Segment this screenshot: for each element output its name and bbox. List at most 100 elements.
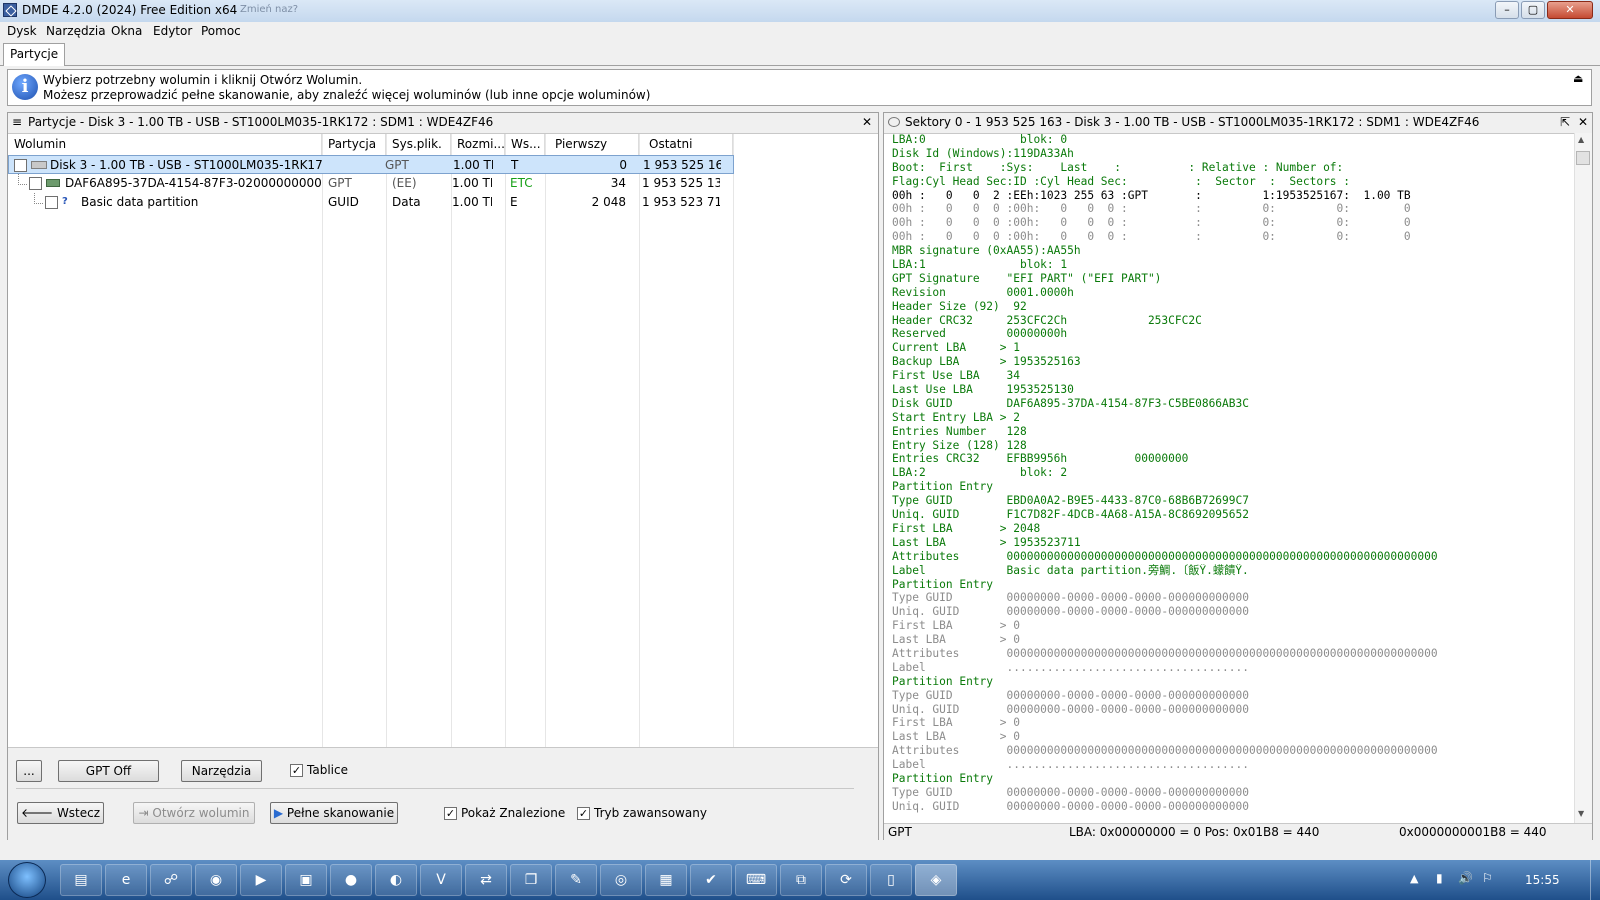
sector-line: 00h : 0 0 0 :00h: 0 0 0 : : 0: 0: 0 <box>892 230 1411 244</box>
document-icon[interactable]: ▯ <box>870 864 912 896</box>
partitions-panel: ≡ Partycje - Disk 3 - 1.00 TB - USB - ST… <box>7 112 879 840</box>
tables-checkbox[interactable]: ✓ <box>290 764 303 777</box>
menu-narzedzia[interactable]: Narzędzia <box>46 24 106 38</box>
sector-line: Flag:Cyl Head Sec:ID :Cyl Head Sec: : Se… <box>892 174 1351 188</box>
panel-menu-icon[interactable]: ≡ <box>12 113 22 132</box>
tools-button[interactable]: Narzędzia <box>181 760 262 782</box>
table-row-gpt[interactable]: DAF6A895-37DA-4154-87F3-020000000000 GPT… <box>8 174 740 193</box>
sectors-panel: Sektory 0 - 1 953 525 163 - Disk 3 - 1.0… <box>883 112 1593 840</box>
tab-partycje[interactable]: Partycje <box>3 43 66 66</box>
col-ostatni-sektor[interactable]: Ostatni sektor <box>639 134 733 172</box>
menu-okna[interactable]: Okna <box>111 24 142 38</box>
sector-line: Header CRC32 253CFC2Ch 253CFC2C <box>892 313 1202 327</box>
firefox-icon[interactable]: ● <box>330 864 372 896</box>
sector-line: Attributes 00000000000000000000000000000… <box>892 744 1438 758</box>
multi-window-icon[interactable]: ⧉ <box>780 864 822 896</box>
tray-device-icon[interactable]: ▮ <box>1436 871 1443 885</box>
row-checkbox[interactable] <box>29 177 42 190</box>
close-panel-icon[interactable]: ✕ <box>862 113 872 132</box>
row-checkbox[interactable] <box>14 159 27 172</box>
window-title-bar[interactable]: DMDE 4.2.0 (2024) Free Edition x64 Zmień… <box>0 0 1600 23</box>
internet-explorer-icon[interactable]: e <box>105 864 147 896</box>
show-desktop-button[interactable] <box>1590 860 1600 900</box>
row-last-sector: 1 953 525 130 <box>642 176 720 190</box>
sector-line: Label Basic data partition.旁鯛.〔飯Ÿ.蠓饋Ÿ. <box>892 563 1249 577</box>
globe-icon[interactable]: ◉ <box>195 864 237 896</box>
show-found-checkbox[interactable]: ✓ <box>444 807 457 820</box>
sector-template-view[interactable]: LBA:0 blok: 0 Disk Id (Windows):119DA33Ah… <box>892 133 1572 814</box>
sector-line: Uniq. GUID 00000000-0000-0000-0000-00000… <box>892 702 1249 716</box>
row-first-sector: 34 <box>610 176 626 190</box>
scroll-up-icon[interactable]: ▲ <box>1578 135 1584 144</box>
col-ws[interactable]: Ws... <box>505 134 545 155</box>
back-button[interactable]: 🡐 Wstecz <box>17 802 104 824</box>
calendar-app-icon[interactable]: ▦ <box>645 864 687 896</box>
scroll-down-icon[interactable]: ▼ <box>1578 809 1584 818</box>
arrow-left-icon: 🡐 <box>20 806 57 820</box>
open-volume-button[interactable]: ⇥ Otwórz wolumin <box>133 802 255 824</box>
volume-icon[interactable]: 🔊 <box>1458 871 1473 885</box>
row-first-sector: 2 048 <box>591 195 626 209</box>
notepad-icon[interactable]: ✎ <box>555 864 597 896</box>
sector-line: Entries CRC32 EFBB9956h 00000000 <box>892 452 1189 466</box>
folder-icon[interactable]: ▤ <box>60 864 102 896</box>
minimize-button[interactable]: – <box>1495 1 1519 19</box>
row-size: 1.00 TB <box>452 195 492 209</box>
network-tool-icon[interactable]: ☍ <box>150 864 192 896</box>
save-disk-icon[interactable]: ▣ <box>285 864 327 896</box>
menu-dysk[interactable]: Dysk <box>7 24 37 38</box>
undock-icon[interactable]: ⇱ <box>1560 113 1570 132</box>
media-player-icon[interactable]: ▶ <box>240 864 282 896</box>
dmde-icon[interactable]: ◈ <box>915 864 957 896</box>
sector-line: Partition Entry <box>892 480 994 494</box>
table-row-basic-data[interactable]: ? Basic data partition GUID Data 1.00 TB… <box>8 193 740 212</box>
scroll-thumb[interactable] <box>1576 151 1590 165</box>
status-position: LBA: 0x00000000 = 0 Pos: 0x01B8 = 440 <box>1069 825 1320 839</box>
sync-icon[interactable]: ⟳ <box>825 864 867 896</box>
close-window-button[interactable]: ✕ <box>1547 1 1593 19</box>
col-sys-plik[interactable]: Sys.plik. <box>386 134 451 155</box>
clock[interactable]: 15:55 <box>1525 873 1560 887</box>
transfer-icon[interactable]: ⇄ <box>465 864 507 896</box>
col-rozmiar[interactable]: Rozmi... <box>451 134 505 155</box>
row-first-sector: 0 <box>619 158 627 172</box>
menu-pomoc[interactable]: Pomoc <box>201 24 241 38</box>
row-size: 1.00 TB <box>452 176 492 190</box>
start-button[interactable] <box>8 862 46 898</box>
row-last-sector: 1 953 525 163 <box>643 158 721 172</box>
vs-icon[interactable]: V <box>420 864 462 896</box>
maximize-button[interactable]: ▢ <box>1521 1 1545 19</box>
sector-line: Partition Entry <box>892 577 994 591</box>
chrome-icon[interactable]: ◎ <box>600 864 642 896</box>
sectors-panel-header: Sektory 0 - 1 953 525 163 - Disk 3 - 1.0… <box>884 113 1592 134</box>
gpt-off-button[interactable]: GPT Off <box>58 760 159 782</box>
more-options-button[interactable]: ... <box>16 760 42 782</box>
vertical-scrollbar[interactable]: ▲ ▼ <box>1574 133 1592 823</box>
window-manager-icon[interactable]: ❐ <box>510 864 552 896</box>
open-volume-label: Otwórz wolumin <box>152 806 250 820</box>
sector-line: LBA:1 blok: 1 <box>892 258 1068 272</box>
close-panel-icon[interactable]: ✕ <box>1578 113 1588 132</box>
tray-expand-icon[interactable]: ▲ <box>1410 872 1418 885</box>
advanced-mode-checkbox[interactable]: ✓ <box>577 807 590 820</box>
taskbar: ▤ e ☍ ◉ ▶ ▣ ● ◐ V ⇄ ❐ ✎ ◎ ▦ ✔ ⌨ ⧉ ⟳ ▯ ◈ ▲ ▮ 🔊 ⚐ 15:55 <box>0 860 1600 900</box>
col-pierwszy-sektor[interactable]: Pierwszy sektor <box>545 134 639 172</box>
menu-edytor[interactable]: Edytor <box>153 24 192 38</box>
disk-view-icon <box>888 117 900 127</box>
full-scan-button[interactable]: ▶ Pełne skanowanie <box>270 802 398 824</box>
partitions-panel-title: Partycje - Disk 3 - 1.00 TB - USB - ST10… <box>28 115 494 129</box>
col-wolumin[interactable]: Wolumin <box>8 134 322 155</box>
eclipse-icon[interactable]: ◐ <box>375 864 417 896</box>
check-tool-icon[interactable]: ✔ <box>690 864 732 896</box>
row-checkbox[interactable] <box>45 196 58 209</box>
sector-line: First LBA > 0 <box>892 716 1020 730</box>
table-row-disk[interactable]: Disk 3 - 1.00 TB - USB - ST1000LM035-1RK… <box>8 155 734 174</box>
monitor-icon[interactable]: ⌨ <box>735 864 777 896</box>
status-mode: GPT <box>888 825 912 839</box>
col-partycja[interactable]: Partycja <box>322 134 386 155</box>
network-icon[interactable]: ⚐ <box>1482 871 1493 885</box>
collapse-info-icon[interactable]: ⏏ <box>1573 72 1583 85</box>
sector-line: Header Size (92) 92 <box>892 299 1027 313</box>
sector-line: Current LBA > 1 <box>892 341 1020 355</box>
sectors-panel-title: Sektory 0 - 1 953 525 163 - Disk 3 - 1.0… <box>905 115 1480 129</box>
